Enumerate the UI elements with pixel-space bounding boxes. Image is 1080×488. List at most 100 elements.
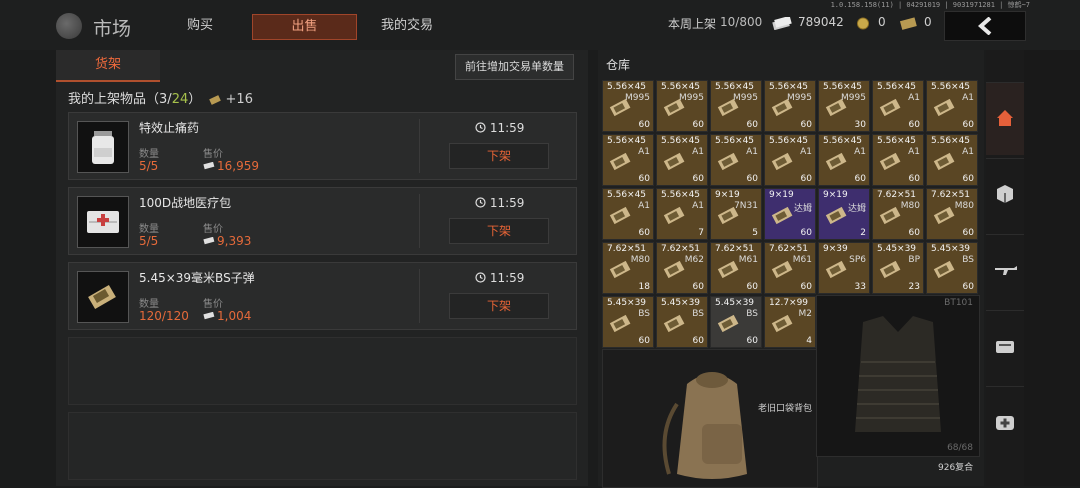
ammo-icon <box>879 98 901 117</box>
warehouse-item-cell[interactable]: 5.56×45 M995 60 <box>764 80 816 132</box>
sidebar-item-ammo[interactable] <box>986 310 1024 383</box>
warehouse-item-cell[interactable]: 5.45×39 BS 60 <box>710 296 762 348</box>
warehouse-item-cell[interactable]: 9×39 SP6 33 <box>818 242 870 294</box>
warehouse-item-cell[interactable]: 5.56×45 A1 60 <box>656 134 708 186</box>
unlist-button[interactable]: 下架 <box>449 218 549 244</box>
sidebar-item-misc[interactable] <box>986 158 1024 231</box>
warehouse-item-cell[interactable]: 5.56×45 M995 30 <box>818 80 870 132</box>
warehouse-category-sidebar <box>986 50 1024 486</box>
back-button[interactable] <box>944 11 1026 41</box>
medkit-icon <box>996 416 1014 430</box>
warehouse-item-cell[interactable]: 5.56×45 M995 60 <box>710 80 762 132</box>
warehouse-item-cell[interactable]: 5.45×39 BS 60 <box>602 296 654 348</box>
warehouse-item-cell[interactable]: 5.56×45 A1 60 <box>818 134 870 186</box>
warehouse-item-cell[interactable]: 5.56×45 A1 60 <box>602 188 654 240</box>
ammo-caliber: 7.62×51 <box>769 244 809 254</box>
warehouse-item-cell[interactable]: 7.62×51 M80 60 <box>872 188 924 240</box>
medkit-thumbnail <box>77 196 129 248</box>
cash-icon <box>772 17 792 30</box>
warehouse-item-cell[interactable]: 5.56×45 A1 60 <box>710 134 762 186</box>
price-label: 售价 <box>203 299 223 310</box>
ammo-icon <box>825 260 847 279</box>
tab-sell[interactable]: 出售 <box>252 14 357 40</box>
sidebar-item-all[interactable] <box>986 82 1024 155</box>
ammo-caliber: 5.45×39 <box>607 298 647 308</box>
ammo-count: 60 <box>800 228 812 238</box>
warehouse-item-cell[interactable]: 5.56×45 A1 60 <box>926 134 978 186</box>
warehouse-item-cell[interactable]: 7.62×51 M80 18 <box>602 242 654 294</box>
ammo-type: A1 <box>908 93 920 103</box>
ammo-count: 60 <box>908 120 920 130</box>
cash-amount: 789042 <box>798 15 844 29</box>
unlist-button[interactable]: 下架 <box>449 143 549 169</box>
warehouse-item-cell[interactable]: 5.45×39 BS 60 <box>656 296 708 348</box>
sidebar-item-weapons[interactable] <box>986 234 1024 307</box>
ammo-type: 7N31 <box>734 201 758 211</box>
ammo-type: A1 <box>746 147 758 157</box>
ammo-caliber: 5.45×39 <box>661 298 701 308</box>
warehouse-item-cell[interactable]: 5.56×45 A1 60 <box>764 134 816 186</box>
sidebar-item-medical[interactable] <box>986 386 1024 459</box>
warehouse-item-cell[interactable]: 5.56×45 A1 60 <box>872 80 924 132</box>
ammo-type: M2 <box>798 309 813 319</box>
backpack-slot[interactable] <box>602 349 818 488</box>
ammo-caliber: 7.62×51 <box>931 190 971 200</box>
tab-buy[interactable]: 购买 <box>170 14 230 38</box>
warehouse-item-cell[interactable]: 7.62×51 M61 60 <box>764 242 816 294</box>
warehouse-item-cell[interactable]: 12.7×99 M2 4 <box>764 296 816 348</box>
ammo-type: A1 <box>908 147 920 157</box>
ammo-caliber: 5.45×39 <box>931 244 971 254</box>
clock-icon <box>475 122 486 133</box>
ammo-caliber: 5.56×45 <box>661 190 701 200</box>
ammo-count: 60 <box>638 174 650 184</box>
add-trade-slots-button[interactable]: 前往增加交易单数量 <box>455 54 574 80</box>
tab-my-trades[interactable]: 我的交易 <box>372 14 442 38</box>
ammo-count: 5 <box>752 228 758 238</box>
warehouse-item-cell[interactable]: 5.56×45 A1 60 <box>602 134 654 186</box>
ammo-caliber: 7.62×51 <box>715 244 755 254</box>
warehouse-item-cell[interactable]: 7.62×51 M80 60 <box>926 188 978 240</box>
warehouse-item-cell[interactable]: 5.56×45 A1 60 <box>872 134 924 186</box>
ammo-icon <box>717 314 739 333</box>
package-icon <box>997 185 1013 203</box>
ammo-caliber: 5.56×45 <box>607 82 647 92</box>
ammo-icon <box>609 152 631 171</box>
tab-shelf[interactable]: 货架 <box>56 50 160 82</box>
warehouse-item-cell[interactable]: 5.45×39 BS 60 <box>926 242 978 294</box>
warehouse-item-cell[interactable]: 5.56×45 A1 60 <box>926 80 978 132</box>
listing-row: 5.45×39毫米BS子弹 数量 120/120 售价 1,004 11:59 … <box>68 262 577 330</box>
warehouse-item-cell[interactable]: 9×19 7N31 5 <box>710 188 762 240</box>
ammo-type: A1 <box>854 147 866 157</box>
warehouse-item-cell[interactable]: 9×19 达姆 2 <box>818 188 870 240</box>
listing-timer: 11:59 <box>475 271 524 285</box>
warehouse-item-cell[interactable]: 7.62×51 M62 60 <box>656 242 708 294</box>
ammo-type: BS <box>692 309 704 319</box>
ammo-type: SP6 <box>849 255 866 265</box>
ammo-type: A1 <box>800 147 812 157</box>
warehouse-item-cell[interactable]: 7.62×51 M61 60 <box>710 242 762 294</box>
weekly-listing-value: 10/800 <box>720 15 763 29</box>
ammo-caliber: 5.56×45 <box>607 190 647 200</box>
ammo-type: A1 <box>638 201 650 211</box>
ammo-count: 30 <box>854 120 866 130</box>
ticket-icon <box>900 17 917 30</box>
ammo-caliber: 9×19 <box>823 190 848 200</box>
warehouse-item-cell[interactable]: 5.56×45 M995 60 <box>656 80 708 132</box>
qty-value: 5/5 <box>139 234 159 248</box>
ammo-icon <box>879 206 901 225</box>
listings-header-suffix: ） <box>188 92 202 107</box>
ammo-caliber: 9×19 <box>769 190 794 200</box>
ammo-type: M995 <box>679 93 704 103</box>
unlist-button[interactable]: 下架 <box>449 293 549 319</box>
warehouse-item-cell[interactable]: 5.45×39 BP 23 <box>872 242 924 294</box>
ammo-count: 60 <box>800 174 812 184</box>
warehouse-item-cell[interactable]: 9×19 达姆 60 <box>764 188 816 240</box>
warehouse-item-cell[interactable]: 5.56×45 M995 60 <box>602 80 654 132</box>
armor-slot[interactable]: BT101 68/68 <box>816 295 980 457</box>
ammo-type: BS <box>746 309 758 319</box>
warehouse-panel: 仓库 5.56×45 M995 60 5.56×45 M995 60 5.56×45 M995… <box>598 50 984 488</box>
warehouse-item-cell[interactable]: 5.56×45 A1 7 <box>656 188 708 240</box>
ammo-count: 33 <box>854 282 866 292</box>
qty-label: 数量 <box>139 224 159 235</box>
timer-value: 11:59 <box>489 271 525 285</box>
